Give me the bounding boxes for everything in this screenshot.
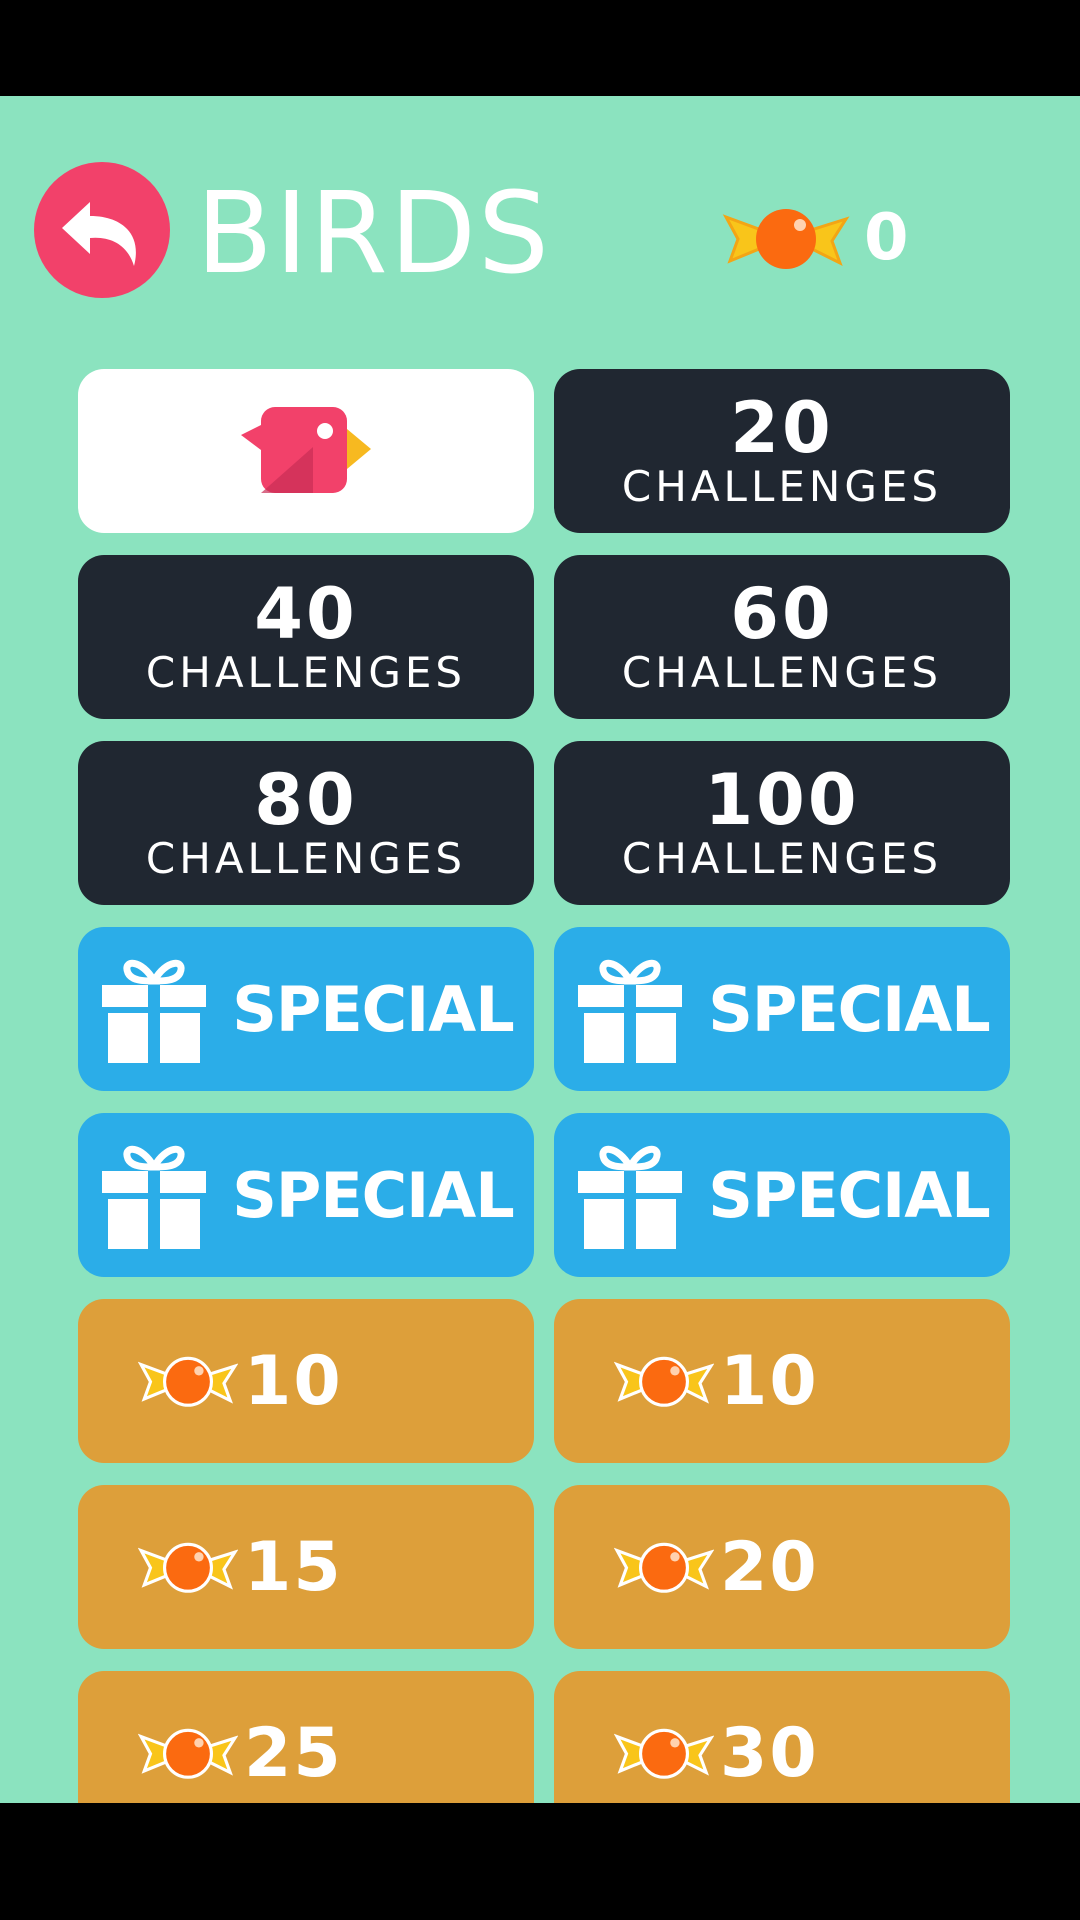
price-tile[interactable]: 20 — [554, 1485, 1010, 1649]
price-tile[interactable]: 25 — [78, 1671, 534, 1803]
price-amount: 30 — [720, 1713, 819, 1793]
special-tile[interactable]: SPECIAL — [554, 1113, 1010, 1277]
back-arrow-icon — [62, 202, 136, 266]
challenge-label: CHALLENGES — [621, 462, 943, 511]
candy-icon — [722, 209, 850, 269]
gift-icon — [102, 960, 207, 1063]
challenge-tile[interactable]: 80 CHALLENGES — [78, 741, 534, 905]
price-amount: 10 — [720, 1341, 819, 1421]
candy-icon — [138, 1728, 238, 1779]
price-tile[interactable]: 10 — [78, 1299, 534, 1463]
candy-icon — [138, 1542, 238, 1593]
price-tile[interactable]: 15 — [78, 1485, 534, 1649]
selected-bird-tile[interactable] — [78, 369, 534, 533]
candy-icon — [614, 1728, 714, 1779]
challenge-count: 60 — [730, 573, 834, 655]
special-tile[interactable]: SPECIAL — [554, 927, 1010, 1091]
special-label: SPECIAL — [232, 972, 515, 1046]
challenge-label: CHALLENGES — [621, 834, 943, 883]
gift-icon — [102, 1146, 207, 1249]
price-amount: 10 — [244, 1341, 343, 1421]
game-screen: BIRDS 0 20 CHALLENGES 40 CHALLENGES 60 C… — [0, 96, 1080, 1803]
challenge-count: 100 — [704, 759, 860, 841]
candy-icon — [138, 1356, 238, 1407]
price-tile[interactable]: 30 — [554, 1671, 1010, 1803]
candy-icon — [614, 1542, 714, 1593]
special-label: SPECIAL — [232, 1158, 515, 1232]
back-button[interactable] — [34, 162, 170, 298]
page-title: BIRDS — [196, 169, 552, 299]
challenge-label: CHALLENGES — [145, 834, 467, 883]
gift-icon — [578, 1146, 683, 1249]
pink-bird-icon — [241, 407, 371, 493]
special-tile[interactable]: SPECIAL — [78, 927, 534, 1091]
price-amount: 25 — [244, 1713, 343, 1793]
price-amount: 15 — [244, 1527, 343, 1607]
candy-counter: 0 — [722, 200, 909, 276]
special-tile[interactable]: SPECIAL — [78, 1113, 534, 1277]
challenge-count: 20 — [730, 387, 834, 469]
price-tile[interactable]: 10 — [554, 1299, 1010, 1463]
challenge-tile[interactable]: 20 CHALLENGES — [554, 369, 1010, 533]
challenge-tile[interactable]: 60 CHALLENGES — [554, 555, 1010, 719]
challenge-label: CHALLENGES — [621, 648, 943, 697]
special-label: SPECIAL — [708, 1158, 991, 1232]
challenge-count: 80 — [254, 759, 358, 841]
challenge-tile[interactable]: 40 CHALLENGES — [78, 555, 534, 719]
challenge-tile[interactable]: 100 CHALLENGES — [554, 741, 1010, 905]
gift-icon — [578, 960, 683, 1063]
special-label: SPECIAL — [708, 972, 991, 1046]
challenge-label: CHALLENGES — [145, 648, 467, 697]
candy-count: 0 — [864, 201, 909, 275]
challenge-count: 40 — [254, 573, 358, 655]
candy-icon — [614, 1356, 714, 1407]
price-amount: 20 — [720, 1527, 819, 1607]
